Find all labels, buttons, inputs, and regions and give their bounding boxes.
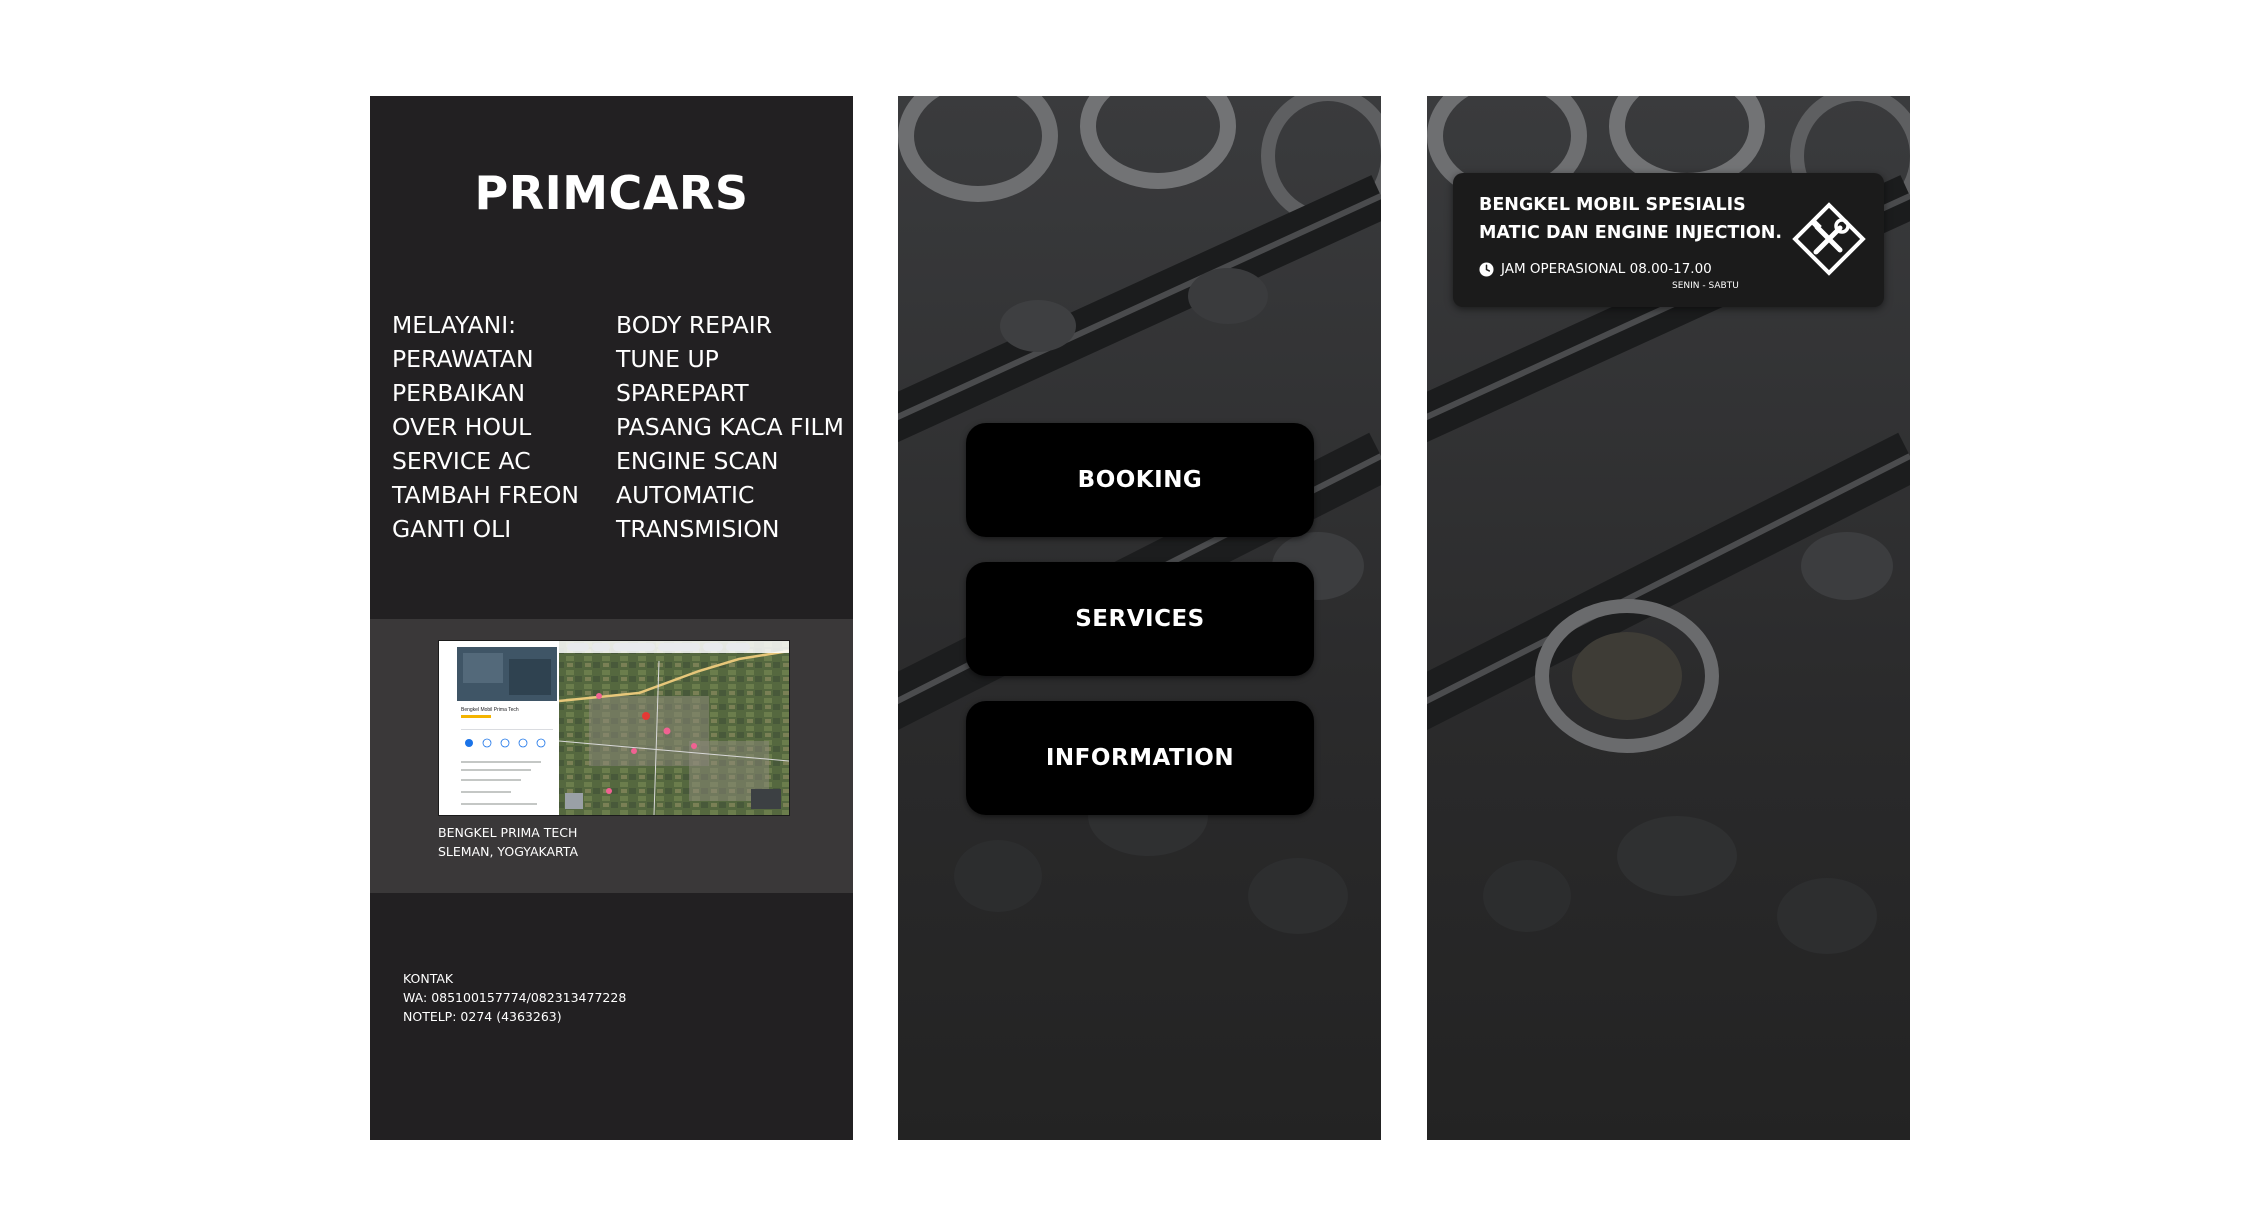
- contact-label: KONTAK: [403, 971, 454, 986]
- brand-title: PRIMCARS: [474, 166, 749, 220]
- service-item: TAMBAH FREON: [392, 481, 579, 509]
- card-title-line2: MATIC DAN ENGINE INJECTION.: [1479, 223, 1783, 243]
- map-screenshot[interactable]: Bengkel Mobil Prima Tech: [438, 640, 790, 816]
- clock-icon: [1479, 261, 1494, 277]
- card-title: BENGKEL MOBIL SPESIALIS MATIC DAN ENGINE…: [1479, 191, 1782, 247]
- hours-text: JAM OPERASIONAL 08.00-17.00: [1501, 261, 1712, 277]
- service-item: TUNE UP: [616, 345, 719, 373]
- booking-button[interactable]: BOOKING: [966, 423, 1314, 537]
- service-item: SERVICE AC: [392, 447, 531, 475]
- workshop-name: BENGKEL PRIMA TECH: [438, 825, 578, 840]
- contact-whatsapp[interactable]: WA: 085100157774/082313477228: [403, 988, 626, 1007]
- about-panel: BENGKEL MOBIL SPESIALIS MATIC DAN ENGINE…: [1427, 96, 1910, 1140]
- service-item: TRANSMISION: [616, 515, 780, 543]
- services-list-right: BODY REPAIR TUNE UP SPAREPART PASANG KAC…: [616, 308, 844, 546]
- service-item: MELAYANI:: [392, 311, 517, 339]
- service-item: ENGINE SCAN: [616, 447, 779, 475]
- info-panel: PRIMCARS MELAYANI: PERAWATAN PERBAIKAN O…: [370, 96, 853, 1140]
- contact-block: KONTAK WA: 085100157774/082313477228 NOT…: [403, 969, 626, 1026]
- information-button[interactable]: INFORMATION: [966, 701, 1314, 815]
- listing-name: Bengkel Mobil Prima Tech: [461, 707, 519, 713]
- operating-days: SENIN - SABTU: [1672, 281, 1739, 291]
- contact-phone[interactable]: NOTELP: 0274 (4363263): [403, 1007, 626, 1026]
- services-button[interactable]: SERVICES: [966, 562, 1314, 676]
- service-item: PERAWATAN: [392, 345, 534, 373]
- service-item: PERBAIKAN: [392, 379, 526, 407]
- info-card: BENGKEL MOBIL SPESIALIS MATIC DAN ENGINE…: [1453, 173, 1884, 307]
- service-item: BODY REPAIR: [616, 311, 773, 339]
- opening-hours: JAM OPERASIONAL 08.00-17.00: [1479, 261, 1712, 277]
- card-title-line1: BENGKEL MOBIL SPESIALIS: [1479, 195, 1746, 215]
- workshop-city: SLEMAN, YOGYAKARTA: [438, 844, 579, 859]
- service-item: PASANG KACA FILM: [616, 413, 844, 441]
- service-item: SPAREPART: [616, 379, 749, 407]
- service-item: OVER HOUL: [392, 413, 532, 441]
- map-caption: BENGKEL PRIMA TECH SLEMAN, YOGYAKARTA: [438, 823, 578, 861]
- menu-panel: BOOKING SERVICES INFORMATION: [898, 96, 1381, 1140]
- service-item: AUTOMATIC: [616, 481, 755, 509]
- services-list-left: MELAYANI: PERAWATAN PERBAIKAN OVER HOUL …: [392, 308, 579, 546]
- service-item: GANTI OLI: [392, 515, 512, 543]
- location-section: Bengkel Mobil Prima Tech BENGKEL PRIMA T…: [370, 619, 853, 893]
- tools-icon: [1792, 202, 1866, 276]
- map-image: Bengkel Mobil Prima Tech: [439, 641, 789, 815]
